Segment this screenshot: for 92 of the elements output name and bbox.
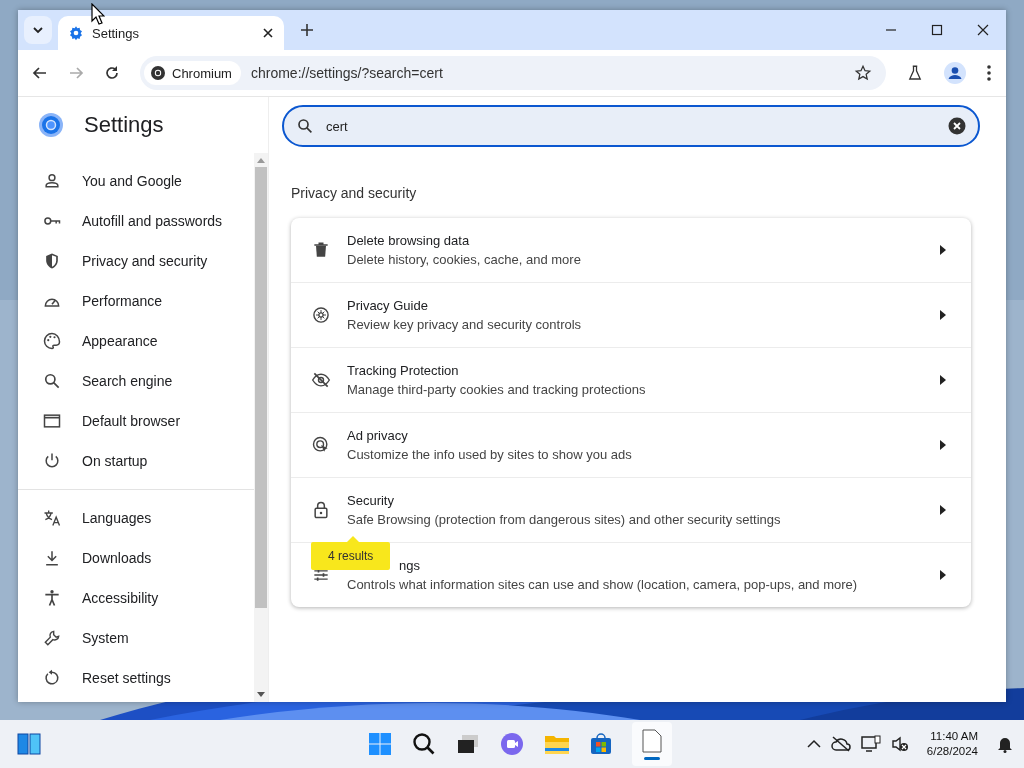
trash-icon	[311, 240, 331, 260]
settings-row[interactable]: Security Safe Browsing (protection from dangerous sites) and other security settings	[291, 477, 971, 542]
scrollbar[interactable]	[254, 153, 268, 702]
caret-right-icon	[939, 310, 947, 320]
address-text[interactable]: chrome://settings/?search=cert	[250, 65, 443, 81]
caret-right-icon	[939, 505, 947, 515]
row-description: Safe Browsing (protection from dangerous sites) and other security settings	[347, 512, 782, 527]
settings-row[interactable]: Privacy Guide Review key privacy and security controls	[291, 282, 971, 347]
search-icon	[42, 371, 62, 391]
sidebar-item[interactable]: Autofill and passwords	[18, 201, 254, 241]
row-description: Manage third-party cookies and tracking protections	[347, 382, 647, 397]
settings-row[interactable]: Tracking Protection Manage third-party cookies and tracking protections	[291, 347, 971, 412]
widgets-icon[interactable]	[17, 733, 41, 755]
chevron-up-icon[interactable]	[806, 739, 821, 749]
row-description: Customize the info used by sites to show you ads	[347, 447, 633, 462]
chromium-logo-icon	[150, 65, 166, 81]
accessibility-icon	[42, 588, 62, 608]
row-description: Review key privacy and security controls	[347, 317, 583, 332]
page-title: Settings	[84, 112, 164, 138]
settings-row[interactable]: Delete browsing data Delete history, cookies, cache, and more	[291, 218, 971, 282]
sidebar-item[interactable]: Search engine	[18, 361, 254, 401]
monitor-icon[interactable]	[860, 735, 881, 753]
sidebar-item[interactable]: On startup	[18, 441, 254, 481]
eye-off-icon	[311, 370, 331, 390]
chromium-logo-icon	[38, 112, 64, 138]
person-icon	[42, 171, 62, 191]
caret-right-icon	[939, 570, 947, 580]
row-description: Controls what information sites can use and show (location, camera, pop-ups, and more)	[347, 577, 859, 592]
star-icon[interactable]	[854, 64, 872, 82]
start-icon[interactable]	[368, 732, 392, 756]
scroll-up-icon[interactable]	[257, 157, 265, 163]
tab-search-button[interactable]	[24, 16, 52, 44]
sidebar-item[interactable]: Languages	[18, 498, 254, 538]
reload-icon[interactable]	[104, 65, 120, 81]
window-icon	[42, 411, 62, 431]
flask-icon[interactable]	[906, 64, 924, 82]
close-icon[interactable]	[262, 27, 274, 39]
sidebar-item[interactable]: Reset settings	[18, 658, 254, 698]
palette-icon	[42, 331, 62, 351]
scroll-down-icon[interactable]	[257, 692, 265, 698]
chevron-down-icon	[32, 24, 44, 36]
sidebar-item[interactable]: Default browser	[18, 401, 254, 441]
row-title: Privacy Guide	[347, 298, 429, 313]
maximize-icon[interactable]	[931, 24, 943, 36]
back-icon[interactable]	[32, 65, 48, 81]
row-title: Security	[347, 493, 395, 508]
mouse-cursor-icon	[91, 3, 105, 25]
row-title: Delete browsing data	[347, 233, 471, 248]
translate-icon	[42, 508, 62, 528]
row-title: Ad privacy	[347, 428, 409, 443]
clear-icon[interactable]	[948, 117, 966, 135]
task-view-icon[interactable]	[456, 733, 480, 755]
browser-tab[interactable]: Settings	[58, 16, 284, 50]
gear-icon	[68, 25, 84, 41]
caret-right-icon	[939, 245, 947, 255]
row-description: Delete history, cookies, cache, and more	[347, 252, 582, 267]
taskbar-app-button[interactable]	[632, 722, 672, 766]
section-heading: Privacy and security	[291, 185, 418, 201]
tab-title: Settings	[92, 25, 140, 41]
sidebar-item[interactable]: Appearance	[18, 321, 254, 361]
bell-icon[interactable]	[996, 735, 1014, 753]
settings-row[interactable]: Ad privacy Customize the info used by sites to show you ads	[291, 412, 971, 477]
document-icon	[642, 728, 662, 753]
search-field[interactable]: cert	[282, 105, 980, 147]
sidebar-item[interactable]: Accessibility	[18, 578, 254, 618]
search-icon[interactable]	[412, 732, 436, 756]
close-icon[interactable]	[977, 24, 989, 36]
cloud-off-icon[interactable]	[830, 736, 851, 752]
row-title: Tracking Protection	[347, 363, 460, 378]
folder-icon[interactable]	[544, 733, 570, 755]
clock-date[interactable]: 6/28/2024	[926, 744, 978, 759]
store-icon[interactable]	[590, 733, 612, 755]
site-chip[interactable]: Chromium	[144, 61, 241, 85]
compass-icon	[311, 305, 331, 325]
sidebar-item[interactable]: Performance	[18, 281, 254, 321]
new-tab-icon[interactable]	[300, 23, 314, 37]
caret-right-icon	[939, 440, 947, 450]
menu-icon[interactable]	[986, 64, 992, 82]
sidebar-item[interactable]: System	[18, 618, 254, 658]
chat-icon[interactable]	[500, 732, 524, 756]
speaker-muted-icon[interactable]	[890, 735, 909, 753]
wrench-icon	[42, 628, 62, 648]
search-input[interactable]: cert	[324, 117, 938, 135]
sidebar-item[interactable]: Downloads	[18, 538, 254, 578]
profile-avatar-icon[interactable]	[944, 62, 966, 84]
caret-right-icon	[939, 375, 947, 385]
sidebar-item[interactable]: You and Google	[18, 161, 254, 201]
sidebar-item[interactable]: Privacy and security	[18, 241, 254, 281]
row-title: ngs	[398, 558, 421, 573]
clock-time[interactable]: 11:40 AM	[930, 729, 978, 744]
lock-icon	[311, 500, 331, 520]
search-icon	[296, 117, 314, 135]
